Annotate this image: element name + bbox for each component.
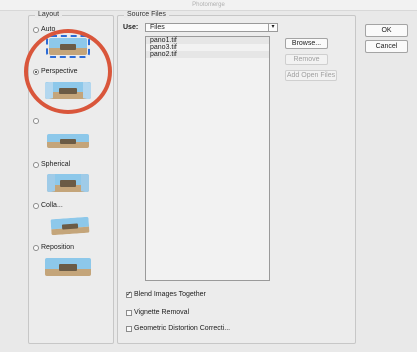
use-select[interactable]: Files ▾ [145, 23, 278, 32]
vignette-removal-checkbox[interactable]: Vignette Removal [126, 309, 189, 316]
use-select-value: Files [150, 24, 165, 31]
blend-images-box[interactable] [126, 290, 132, 298]
vignette-removal-label: Vignette Removal [134, 309, 190, 316]
annotation-circle [24, 29, 112, 114]
ok-button[interactable]: OK [365, 24, 408, 37]
geometric-distortion-box[interactable] [126, 325, 132, 332]
file-list[interactable]: pano1.tif pano3.tif pano2.tif [145, 36, 270, 281]
blend-images-checkbox[interactable]: Blend Images Together [126, 290, 206, 298]
thumb-spherical[interactable] [47, 174, 89, 192]
browse-button[interactable]: Browse... [285, 38, 328, 49]
photomerge-dialog: Photomerge Layout Auto Perspective Spher… [0, 0, 417, 352]
thumb-reposition[interactable] [45, 258, 91, 276]
use-label: Use: [123, 24, 139, 31]
source-files-panel: Source Files Use: Files ▾ pano1.tif pano… [117, 11, 356, 344]
vignette-removal-box[interactable] [126, 309, 132, 316]
label-reposition: Reposition [41, 244, 75, 251]
radio-auto[interactable] [33, 26, 39, 33]
list-item[interactable]: pano3.tif [146, 44, 269, 51]
layout-option-collage[interactable]: Colla... [33, 202, 63, 209]
thumb-cylindrical[interactable] [47, 134, 89, 148]
layout-option-spherical[interactable]: Spherical [33, 161, 70, 168]
label-collage: Colla... [41, 202, 63, 209]
radio-collage[interactable] [33, 202, 39, 209]
radio-spherical[interactable] [33, 161, 39, 168]
radio-reposition[interactable] [33, 244, 39, 251]
source-files-legend: Source Files [124, 11, 169, 18]
remove-button[interactable]: Remove [285, 54, 328, 65]
label-spherical: Spherical [41, 161, 71, 168]
cancel-button[interactable]: Cancel [365, 40, 408, 53]
layout-legend: Layout [35, 11, 63, 18]
geometric-distortion-checkbox[interactable]: Geometric Distortion Correcti... [126, 325, 230, 332]
chevron-down-icon: ▾ [268, 24, 277, 31]
add-open-files-button[interactable]: Add Open Files [285, 70, 337, 81]
list-item[interactable]: pano1.tif [146, 37, 269, 44]
layout-option-cylindrical[interactable] [33, 118, 39, 124]
list-item[interactable]: pano2.tif [146, 51, 269, 58]
layout-option-reposition[interactable]: Reposition [33, 244, 74, 251]
window-title: Photomerge [0, 0, 417, 11]
thumb-collage[interactable] [50, 216, 90, 236]
blend-images-label: Blend Images Together [134, 291, 206, 298]
geometric-distortion-label: Geometric Distortion Correcti... [134, 325, 231, 332]
radio-cylindrical[interactable] [33, 118, 39, 124]
